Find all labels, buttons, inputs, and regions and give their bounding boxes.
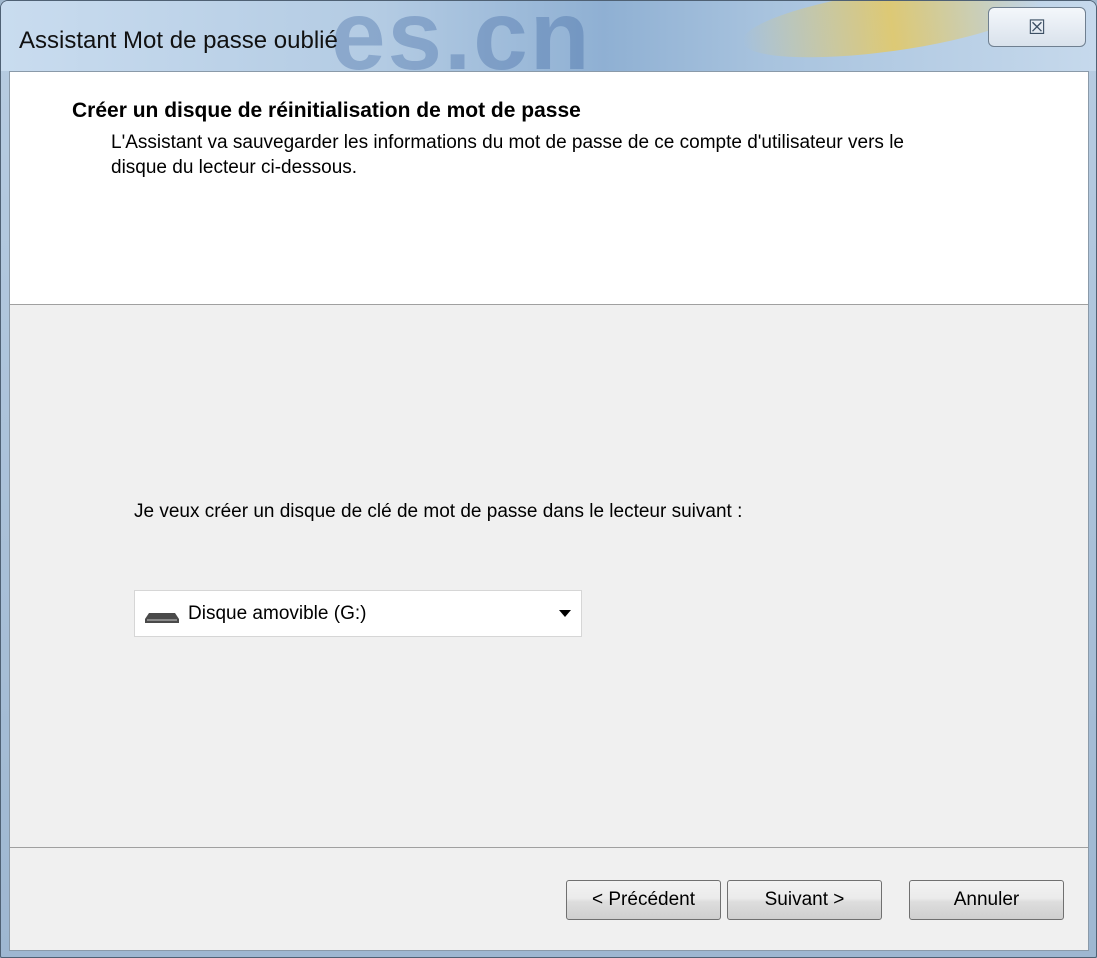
chevron-down-icon[interactable] [559,610,571,617]
footer-divider [10,847,1088,848]
cancel-button[interactable]: Annuler [909,880,1064,920]
drive-prompt-label: Je veux créer un disque de clé de mot de… [134,501,743,522]
close-button[interactable]: ☒ [988,7,1086,47]
page-description: L'Assistant va sauvegarder les informati… [111,132,904,178]
window-title: Assistant Mot de passe oublié [19,27,338,54]
next-button[interactable]: Suivant > [727,880,882,920]
drive-select-value: Disque amovible (G:) [188,603,367,624]
page-title: Créer un disque de réinitialisation de m… [72,99,581,122]
wizard-header: Créer un disque de réinitialisation de m… [10,72,1088,305]
drive-select[interactable]: Disque amovible (G:) [134,590,582,637]
removable-drive-icon [145,613,179,623]
previous-button[interactable]: < Précédent [566,880,721,920]
title-bar[interactable]: es.cn Assistant Mot de passe oublié ☒ [1,1,1096,90]
wizard-window: es.cn Assistant Mot de passe oublié ☒ Cr… [0,0,1097,958]
close-icon: ☒ [1028,16,1046,39]
wizard-client-area: Créer un disque de réinitialisation de m… [9,71,1089,951]
